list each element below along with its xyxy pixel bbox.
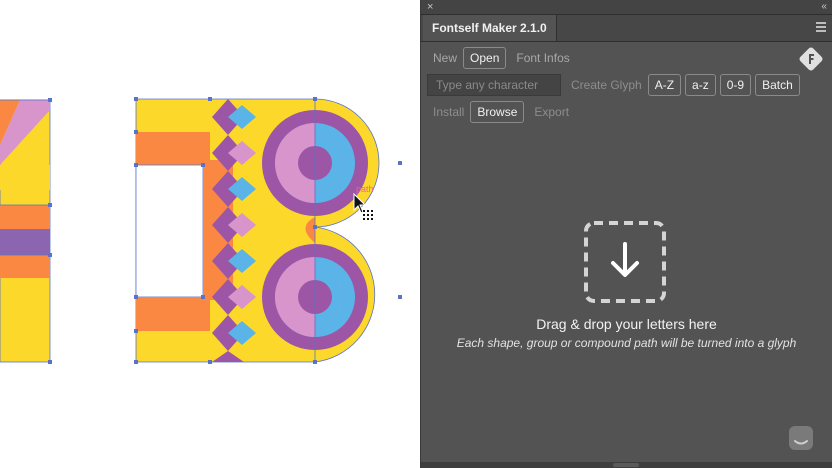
panel-titlebar: × ‹‹	[421, 0, 832, 15]
character-input[interactable]	[427, 74, 561, 96]
drop-zone-download-arrow-icon[interactable]	[583, 220, 667, 304]
az-uppercase-button[interactable]: A-Z	[647, 74, 682, 96]
export-button[interactable]: Export	[528, 101, 575, 123]
browse-button[interactable]: Browse	[470, 101, 525, 123]
artwork[interactable]: path	[0, 0, 420, 468]
fontself-panel: × ‹‹ Fontself Maker 2.1.0 New Open Font …	[420, 0, 832, 468]
digits-button[interactable]: 0-9	[719, 74, 752, 96]
left-letter-art	[0, 99, 51, 363]
create-glyph-button[interactable]: Create Glyph	[565, 74, 648, 96]
az-lowercase-button[interactable]: a-z	[685, 74, 716, 96]
hamburger-icon[interactable]	[816, 22, 826, 32]
smile-chat-icon[interactable]	[787, 424, 815, 452]
font-infos-button[interactable]: Font Infos	[510, 47, 575, 69]
install-button[interactable]: Install	[427, 101, 470, 123]
file-row: New Open Font Infos	[427, 47, 576, 69]
resize-grip[interactable]	[613, 463, 639, 467]
close-icon[interactable]: ×	[427, 0, 433, 14]
hover-label: path	[356, 184, 374, 194]
new-button[interactable]: New	[427, 47, 463, 69]
panel-tab-row: Fontself Maker 2.1.0	[421, 15, 832, 42]
collapse-icon[interactable]: ‹‹	[821, 0, 827, 14]
drop-title: Drag & drop your letters here	[536, 316, 717, 332]
tab-fontself-maker[interactable]: Fontself Maker 2.1.0	[423, 15, 557, 41]
install-row: Install Browse Export	[427, 101, 575, 123]
fontself-logo-icon	[799, 47, 823, 71]
glyph-row: Create Glyph A-Z a-z 0-9 Batch	[427, 74, 804, 96]
open-button[interactable]: Open	[463, 47, 507, 69]
batch-button[interactable]: Batch	[755, 74, 800, 96]
b-letter-art	[48, 97, 402, 364]
drop-subtitle: Each shape, group or compound path will …	[456, 336, 797, 350]
panel-footer	[421, 462, 832, 468]
artboard-canvas[interactable]: path	[0, 0, 420, 468]
